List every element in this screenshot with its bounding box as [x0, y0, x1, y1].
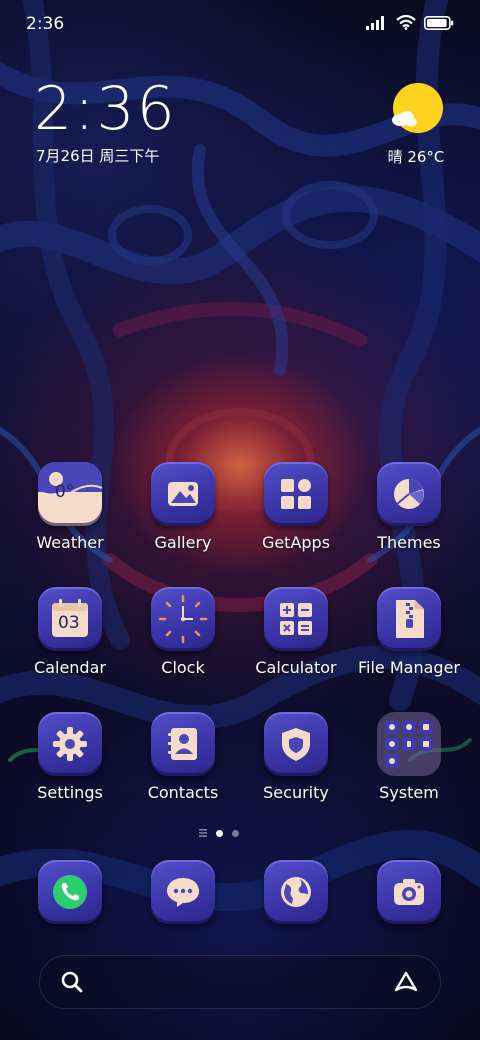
- app-weather[interactable]: 0° Weather: [14, 462, 126, 552]
- app-system-folder[interactable]: System: [353, 712, 465, 802]
- camera-icon: [377, 860, 441, 924]
- app-label-calendar: Calendar: [34, 658, 106, 677]
- app-label-themes: Themes: [377, 533, 441, 552]
- app-label-system: System: [379, 783, 439, 802]
- app-label-file-manager: File Manager: [358, 658, 460, 677]
- shield-icon: [264, 712, 328, 776]
- weather-icon: 0°: [38, 462, 102, 526]
- page-indicator[interactable]: [199, 829, 239, 837]
- clock-widget-date[interactable]: 7月26日 周三下午: [36, 145, 159, 166]
- app-security[interactable]: Security: [240, 712, 352, 802]
- file-manager-icon: [377, 587, 441, 651]
- weather-widget[interactable]: 晴 26°C: [386, 82, 446, 167]
- clock-icon: [151, 587, 215, 651]
- dock-camera[interactable]: [353, 860, 465, 924]
- app-label-weather: Weather: [36, 533, 104, 552]
- getapps-icon: [264, 462, 328, 526]
- app-contacts[interactable]: Contacts: [127, 712, 239, 802]
- sun-cloud-icon: [392, 83, 443, 133]
- app-label-getapps: GetApps: [261, 533, 331, 552]
- app-gallery[interactable]: Gallery: [127, 462, 239, 552]
- status-bar-time: 2:36: [26, 14, 65, 34]
- calendar-icon: 03: [38, 587, 102, 651]
- page-dot-2[interactable]: [232, 829, 239, 837]
- search-icon[interactable]: [60, 970, 84, 994]
- app-themes[interactable]: Themes: [353, 462, 465, 552]
- messages-icon: [151, 860, 215, 924]
- search-bar[interactable]: [39, 955, 441, 1009]
- weather-icon-temp: 0°: [55, 482, 75, 502]
- app-calendar[interactable]: 03 Calendar: [14, 587, 126, 677]
- app-calculator[interactable]: Calculator: [240, 587, 352, 677]
- status-bar-icons: [366, 15, 454, 30]
- phone-icon: [38, 860, 102, 924]
- calendar-icon-day: 03: [58, 613, 80, 633]
- browser-icon: [264, 860, 328, 924]
- app-label-calculator: Calculator: [255, 658, 337, 677]
- assistant-icon[interactable]: [392, 970, 420, 994]
- app-label-contacts: Contacts: [147, 783, 219, 802]
- wifi-icon: [396, 15, 416, 30]
- gear-icon: [38, 712, 102, 776]
- app-label-settings: Settings: [37, 783, 103, 802]
- contacts-icon: [151, 712, 215, 776]
- app-clock[interactable]: Clock: [127, 587, 239, 677]
- app-file-manager[interactable]: File Manager: [353, 587, 465, 677]
- app-getapps[interactable]: GetApps: [240, 462, 352, 552]
- signal-icon: [366, 15, 384, 30]
- app-settings[interactable]: Settings: [14, 712, 126, 802]
- app-label-security: Security: [263, 783, 329, 802]
- page-dot-1[interactable]: [216, 829, 223, 837]
- app-label-gallery: Gallery: [154, 533, 212, 552]
- folder-icon: [377, 712, 441, 776]
- app-drawer-lines-icon: [199, 829, 207, 837]
- clock-widget-time[interactable]: 2:36: [34, 74, 177, 144]
- gallery-icon: [151, 462, 215, 526]
- weather-widget-text: 晴 26°C: [387, 148, 445, 166]
- calculator-icon: [264, 587, 328, 651]
- dock-messages[interactable]: [127, 860, 239, 924]
- dock-phone[interactable]: [14, 860, 126, 924]
- dock-browser[interactable]: [240, 860, 352, 924]
- battery-icon: [424, 15, 454, 30]
- app-label-clock: Clock: [161, 658, 205, 677]
- themes-icon: [377, 462, 441, 526]
